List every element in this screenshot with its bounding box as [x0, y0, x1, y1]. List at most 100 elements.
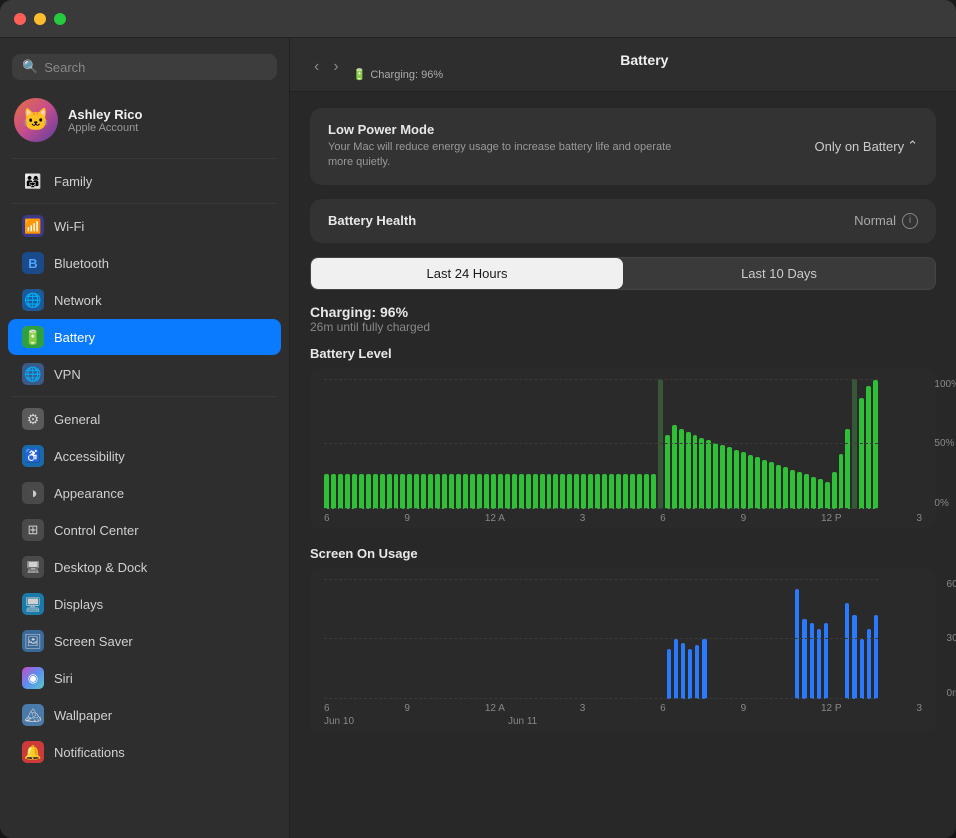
siri-icon: ◉	[22, 667, 44, 689]
battery-icon: 🔋	[22, 326, 44, 348]
page-subtitle: 🔋 Charging: 96%	[353, 68, 936, 81]
sidebar-item-vpn[interactable]: 🌐 VPN	[8, 356, 281, 392]
sidebar-item-desktop[interactable]: 🖥 Desktop & Dock	[8, 549, 281, 585]
charging-info: Charging: 96% 26m until fully charged	[310, 304, 936, 334]
sidebar-label-bluetooth: Bluetooth	[54, 256, 109, 271]
sidebar-label-wallpaper: Wallpaper	[54, 708, 112, 723]
content-area: Low Power Mode Your Mac will reduce ener…	[290, 92, 956, 765]
search-box[interactable]: 🔍 Search	[12, 54, 277, 80]
sidebar-item-appearance[interactable]: ◑ Appearance	[8, 475, 281, 511]
sidebar-label-vpn: VPN	[54, 367, 81, 382]
screen-usage-section: Screen On Usage 60m 30m 0m	[310, 546, 936, 731]
wifi-icon: 📶	[22, 215, 44, 237]
titlebar	[0, 0, 956, 38]
sidebar-label-controlcenter: Control Center	[54, 523, 139, 538]
sidebar-divider-3	[12, 396, 277, 397]
search-placeholder: Search	[44, 60, 85, 75]
low-power-left: Low Power Mode Your Mac will reduce ener…	[328, 122, 688, 171]
desktop-icon: 🖥	[22, 556, 44, 578]
battery-charging-icon: 🔋	[353, 68, 367, 81]
low-power-mode-row: Low Power Mode Your Mac will reduce ener…	[310, 108, 936, 185]
sidebar: 🔍 Search 🐱 Ashley Rico Apple Account 👨‍👩…	[0, 38, 290, 838]
battery-level-chart: 100% 50% 0% 6912 A36912 P3	[310, 369, 936, 528]
battery-health-label: Battery Health	[328, 213, 416, 228]
detail-header: ‹ › Battery 🔋 Charging: 96%	[290, 38, 956, 92]
screensaver-icon: 🖼	[22, 630, 44, 652]
sidebar-item-notifications[interactable]: 🔔 Notifications	[8, 734, 281, 770]
battery-health-right: Normal i	[854, 213, 918, 229]
sidebar-item-family[interactable]: 👨‍👩‍👧 Family	[8, 163, 281, 199]
page-title: Battery	[353, 52, 936, 68]
sidebar-item-siri[interactable]: ◉ Siri	[8, 660, 281, 696]
search-container: 🔍 Search	[0, 48, 289, 90]
sidebar-label-notifications: Notifications	[54, 745, 125, 760]
profile-section[interactable]: 🐱 Ashley Rico Apple Account	[0, 90, 289, 154]
sidebar-label-screensaver: Screen Saver	[54, 634, 133, 649]
sidebar-label-battery: Battery	[54, 330, 95, 345]
main-content: 🔍 Search 🐱 Ashley Rico Apple Account 👨‍👩…	[0, 38, 956, 838]
low-power-right: Only on Battery ⌃	[814, 138, 918, 154]
usage-x-labels-row1: 6912 A36912 P3	[324, 703, 922, 714]
time-btn-10d[interactable]: Last 10 Days	[623, 258, 935, 289]
battery-x-labels: 6912 A36912 P3	[324, 513, 922, 524]
sidebar-label-general: General	[54, 412, 100, 427]
battery-level-section: Battery Level 100% 50% 0%	[310, 346, 936, 528]
wallpaper-icon: 🏔	[22, 704, 44, 726]
profile-name: Ashley Rico	[68, 107, 142, 122]
usage-y-labels: 60m 30m 0m	[947, 579, 956, 699]
sidebar-label-wifi: Wi-Fi	[54, 219, 84, 234]
time-btn-24h[interactable]: Last 24 Hours	[311, 258, 623, 289]
sidebar-item-wifi[interactable]: 📶 Wi-Fi	[8, 208, 281, 244]
sidebar-item-screensaver[interactable]: 🖼 Screen Saver	[8, 623, 281, 659]
displays-icon: 🖥	[22, 593, 44, 615]
vpn-icon: 🌐	[22, 363, 44, 385]
chevron-icon: ⌃	[907, 138, 918, 154]
nav-arrows: ‹ ›	[310, 56, 343, 78]
profile-text: Ashley Rico Apple Account	[68, 107, 142, 134]
bluetooth-icon: B	[22, 252, 44, 274]
notifications-icon: 🔔	[22, 741, 44, 763]
charging-title: Charging: 96%	[310, 304, 936, 320]
page-title-area: Battery 🔋 Charging: 96%	[353, 52, 936, 81]
back-button[interactable]: ‹	[310, 56, 323, 78]
sidebar-label-desktop: Desktop & Dock	[54, 560, 147, 575]
sidebar-item-displays[interactable]: 🖥 Displays	[8, 586, 281, 622]
sidebar-divider-2	[12, 203, 277, 204]
sidebar-item-bluetooth[interactable]: B Bluetooth	[8, 245, 281, 281]
close-button[interactable]	[14, 13, 26, 25]
profile-subtitle: Apple Account	[68, 122, 142, 134]
sidebar-item-general[interactable]: ⚙ General	[8, 401, 281, 437]
sidebar-label-displays: Displays	[54, 597, 103, 612]
sidebar-item-accessibility[interactable]: ♿ Accessibility	[8, 438, 281, 474]
low-power-mode-card: Low Power Mode Your Mac will reduce ener…	[310, 108, 936, 185]
sidebar-item-battery[interactable]: 🔋 Battery	[8, 319, 281, 355]
network-icon: 🌐	[22, 289, 44, 311]
sidebar-item-wallpaper[interactable]: 🏔 Wallpaper	[8, 697, 281, 733]
sidebar-label-network: Network	[54, 293, 102, 308]
time-selector: Last 24 Hours Last 10 Days	[310, 257, 936, 290]
detail-panel: ‹ › Battery 🔋 Charging: 96% Low Pow	[290, 38, 956, 838]
usage-x-labels-row2: Jun 10Jun 11	[324, 716, 922, 727]
search-icon: 🔍	[22, 59, 38, 75]
screen-usage-title: Screen On Usage	[310, 546, 936, 561]
sidebar-label-siri: Siri	[54, 671, 73, 686]
battery-level-title: Battery Level	[310, 346, 936, 361]
low-power-select[interactable]: Only on Battery ⌃	[814, 138, 918, 154]
forward-button[interactable]: ›	[329, 56, 342, 78]
screen-usage-chart: 60m 30m 0m 6912 A36912 P3 Jun 10Jun 11	[310, 569, 936, 731]
info-icon[interactable]: i	[902, 213, 918, 229]
sidebar-item-controlcenter[interactable]: ⊞ Control Center	[8, 512, 281, 548]
battery-health-card: Battery Health Normal i	[310, 199, 936, 243]
avatar: 🐱	[14, 98, 58, 142]
battery-health-row: Battery Health Normal i	[310, 199, 936, 243]
minimize-button[interactable]	[34, 13, 46, 25]
sidebar-item-network[interactable]: 🌐 Network	[8, 282, 281, 318]
accessibility-icon: ♿	[22, 445, 44, 467]
charging-subtitle: 26m until fully charged	[310, 320, 936, 334]
controlcenter-icon: ⊞	[22, 519, 44, 541]
low-power-desc: Your Mac will reduce energy usage to inc…	[328, 140, 688, 171]
main-window: 🔍 Search 🐱 Ashley Rico Apple Account 👨‍👩…	[0, 0, 956, 838]
low-power-title: Low Power Mode	[328, 122, 688, 137]
screen-usage-bars	[324, 579, 878, 699]
maximize-button[interactable]	[54, 13, 66, 25]
